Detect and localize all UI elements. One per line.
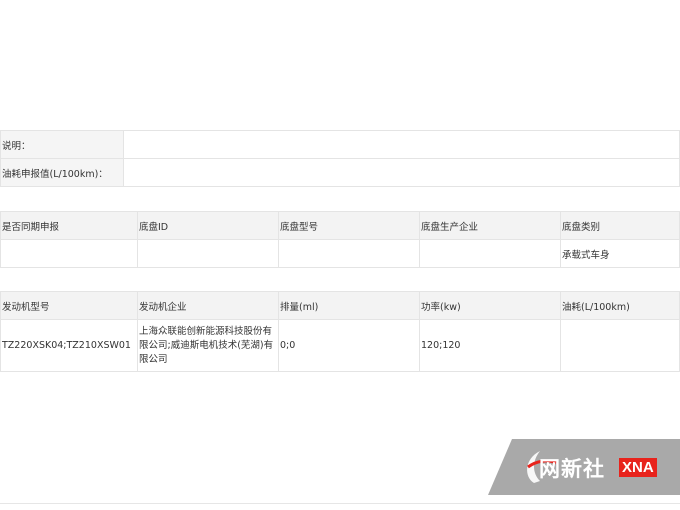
watermark-name-en: XNA [619, 458, 657, 477]
engine-cell-model: TZ220XSK04;TZ210XSW01 [0, 319, 138, 372]
engine-header-row: 发动机型号 发动机企业 排量(ml) 功率(kw) 油耗(L/100km) [0, 291, 680, 320]
chassis-header-type: 底盘类别 [560, 211, 680, 240]
watermark-name-cn: 网新社 [539, 457, 605, 481]
fuel-value [123, 158, 680, 187]
watermark-logo: 网新社 XNA [484, 437, 680, 497]
note-value [123, 130, 680, 159]
chassis-cell-sync [0, 239, 138, 268]
engine-header-displacement: 排量(ml) [278, 291, 420, 320]
bottom-divider [0, 503, 680, 504]
chassis-cell-type: 承载式车身 [560, 239, 680, 268]
engine-cell-displacement: 0;0 [278, 319, 420, 372]
engine-data-row: TZ220XSK04;TZ210XSW01 上海众联能创新能源科技股份有限公司;… [0, 319, 680, 372]
chassis-cell-id [137, 239, 279, 268]
engine-header-maker: 发动机企业 [137, 291, 279, 320]
engine-cell-maker: 上海众联能创新能源科技股份有限公司;威迪斯电机技术(芜湖)有限公司 [137, 319, 279, 372]
engine-header-fuel: 油耗(L/100km) [560, 291, 680, 320]
engine-cell-power: 120;120 [419, 319, 561, 372]
engine-cell-fuel [560, 319, 680, 372]
engine-table: 发动机型号 发动机企业 排量(ml) 功率(kw) 油耗(L/100km) TZ… [0, 291, 680, 372]
note-row: 说明： [0, 130, 680, 159]
chassis-header-maker: 底盘生产企业 [419, 211, 561, 240]
info-table: 说明： 油耗申报值(L/100km)： [0, 130, 680, 187]
fuel-label: 油耗申报值(L/100km)： [0, 158, 124, 187]
chassis-header-id: 底盘ID [137, 211, 279, 240]
chassis-cell-maker [419, 239, 561, 268]
fuel-row: 油耗申报值(L/100km)： [0, 158, 680, 187]
note-label: 说明： [0, 130, 124, 159]
chassis-header-row: 是否同期申报 底盘ID 底盘型号 底盘生产企业 底盘类别 [0, 211, 680, 240]
chassis-data-row: 承载式车身 [0, 239, 680, 268]
chassis-table: 是否同期申报 底盘ID 底盘型号 底盘生产企业 底盘类别 承载式车身 [0, 211, 680, 268]
chassis-header-sync: 是否同期申报 [0, 211, 138, 240]
engine-header-power: 功率(kw) [419, 291, 561, 320]
chassis-header-model: 底盘型号 [278, 211, 420, 240]
chassis-cell-model [278, 239, 420, 268]
engine-header-model: 发动机型号 [0, 291, 138, 320]
